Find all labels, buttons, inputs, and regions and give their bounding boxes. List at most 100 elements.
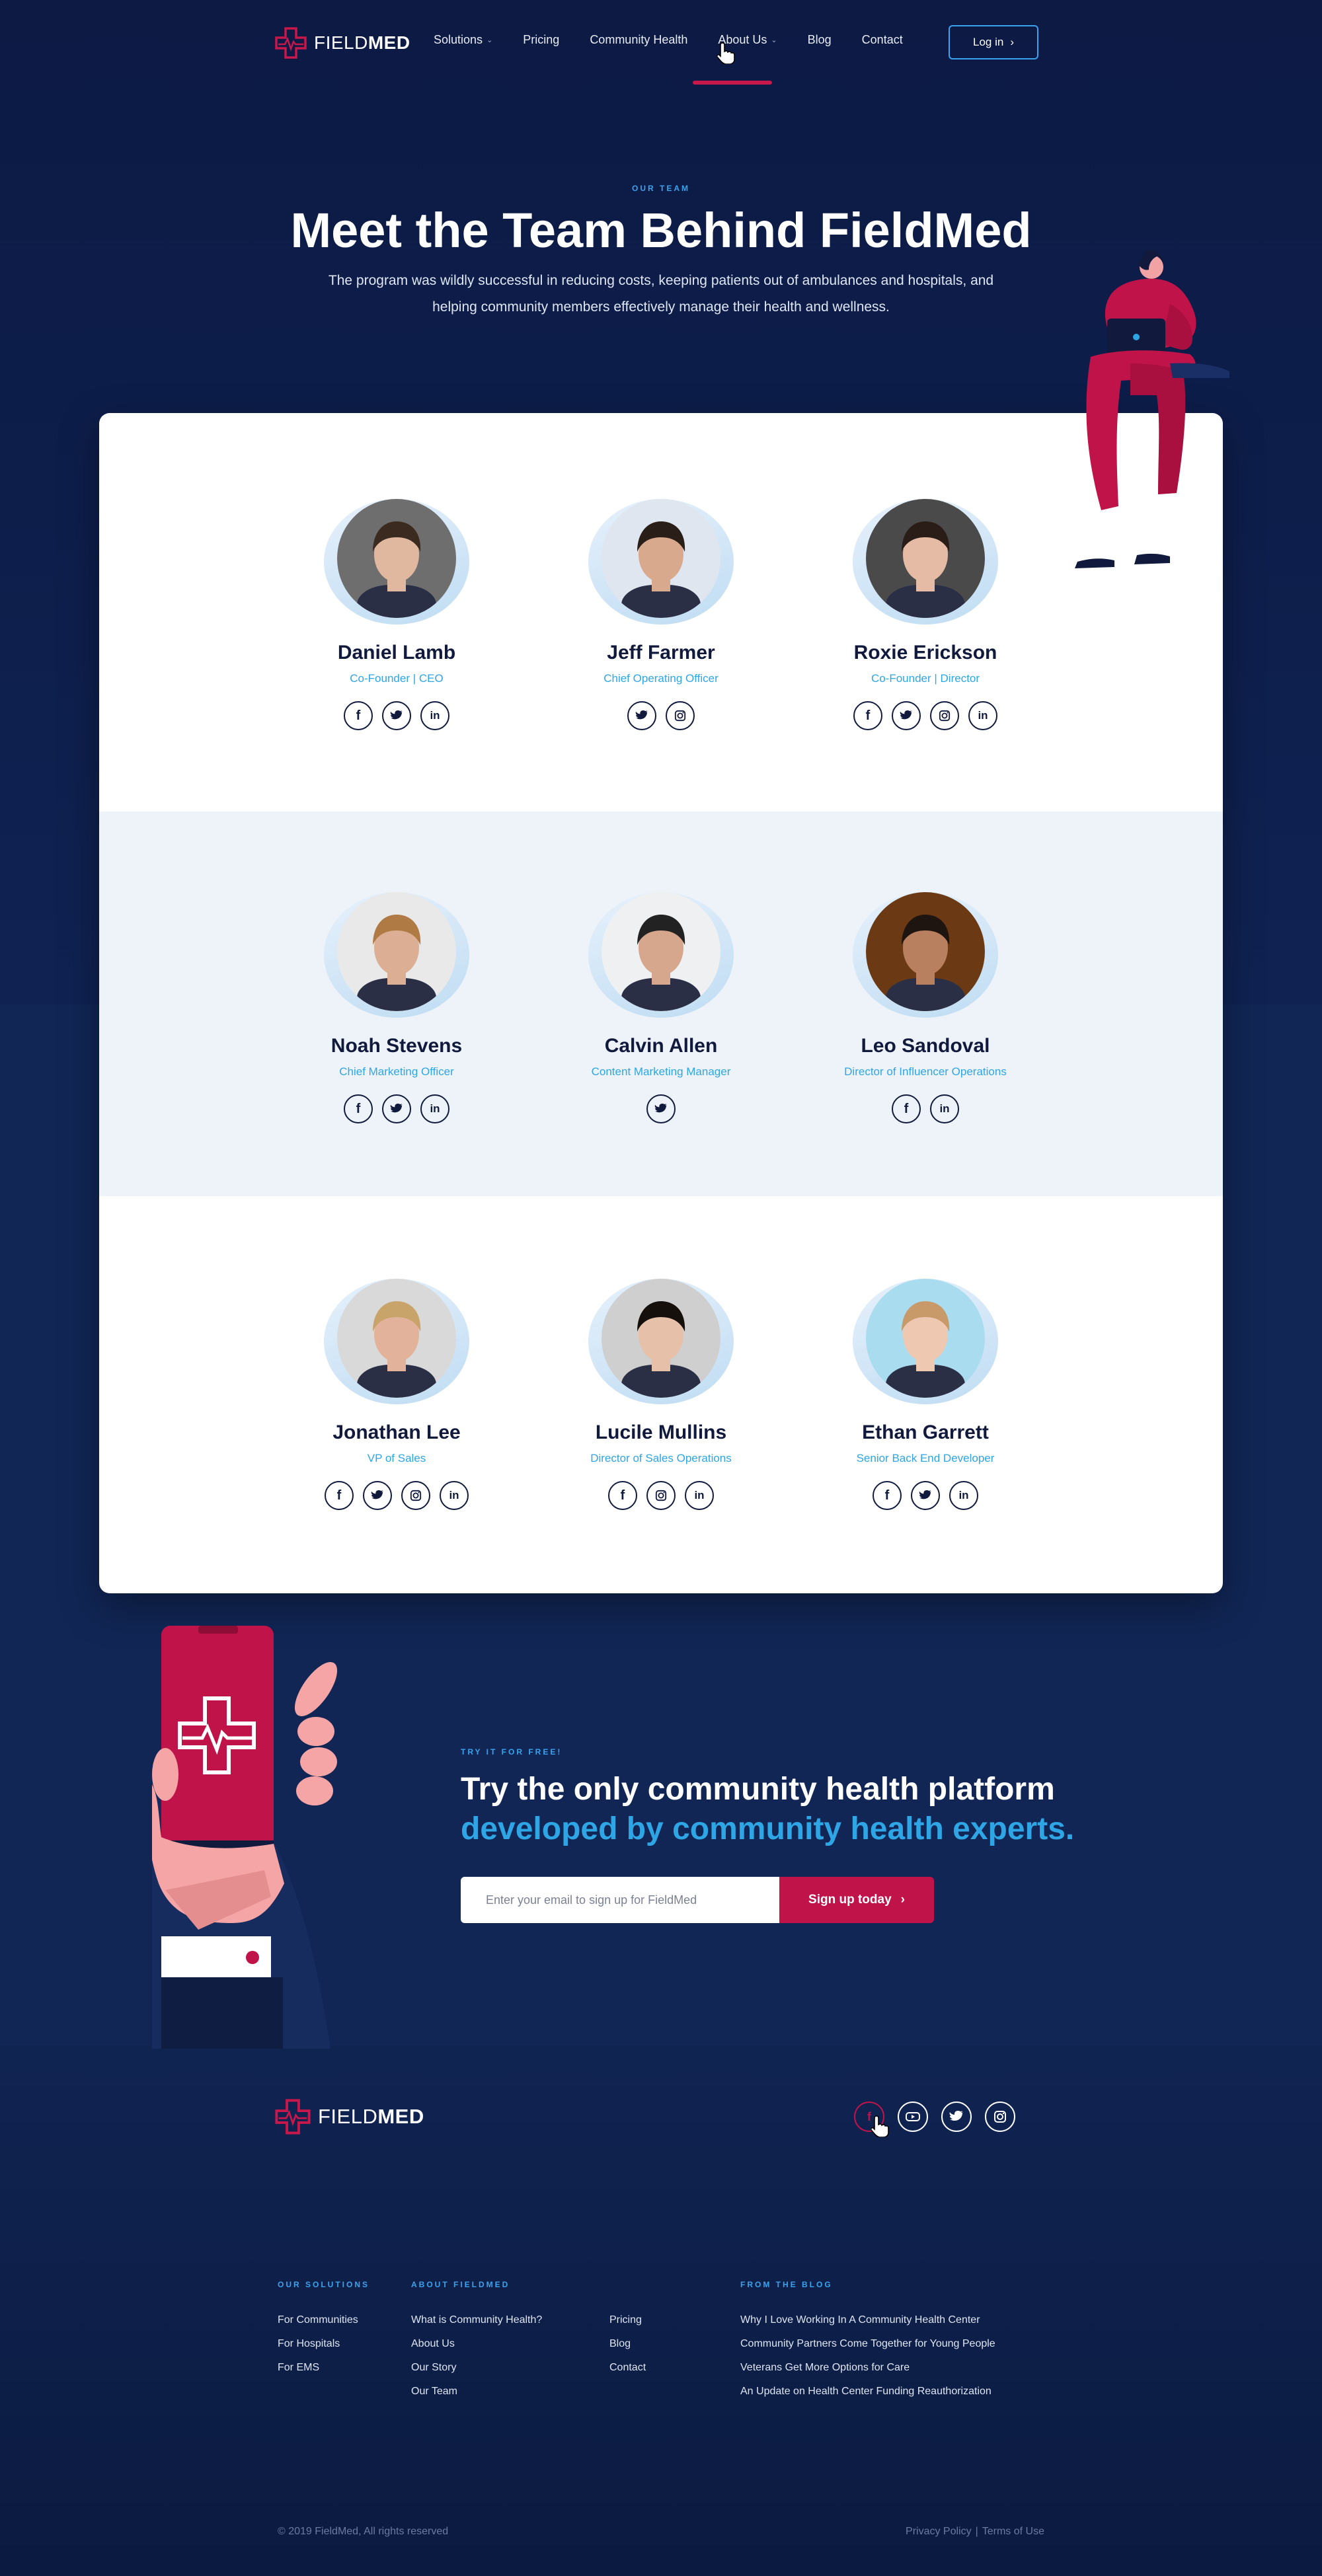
avatar: [588, 499, 734, 625]
twitter-icon[interactable]: [911, 1481, 940, 1510]
footer-link[interactable]: Contact: [609, 2362, 646, 2386]
team-member-role: Chief Marketing Officer: [339, 1065, 454, 1078]
facebook-icon[interactable]: f: [873, 1481, 902, 1510]
nav-item-community-health[interactable]: Community Health: [590, 33, 687, 47]
terms-of-use-link[interactable]: Terms of Use: [982, 2526, 1044, 2538]
hand-holding-phone-illustration: [152, 1626, 338, 2049]
facebook-icon[interactable]: f: [853, 701, 882, 730]
cta-heading: Try the only community health platform: [461, 1772, 1055, 1807]
team-member-role: Content Marketing Manager: [591, 1065, 731, 1078]
twitter-icon[interactable]: [627, 701, 656, 730]
team-member-name: Noah Stevens: [330, 1035, 463, 1057]
team-member-name: Roxie Erickson: [853, 642, 997, 663]
team-eyebrow: OUR TEAM: [632, 184, 690, 193]
footer-link[interactable]: For Hospitals: [278, 2338, 369, 2362]
facebook-icon[interactable]: f: [344, 1094, 373, 1123]
facebook-icon[interactable]: f: [344, 701, 373, 730]
twitter-icon[interactable]: [363, 1481, 392, 1510]
twitter-icon[interactable]: [892, 701, 921, 730]
avatar: [588, 892, 734, 1018]
footer-link[interactable]: Veterans Get More Options for Care: [740, 2362, 995, 2386]
instagram-icon[interactable]: [985, 2102, 1015, 2132]
signup-button[interactable]: Sign up today ›: [779, 1877, 934, 1923]
linkedin-icon[interactable]: in: [420, 701, 449, 730]
team-member-card: Roxie Erickson Co-Founder | Director f in: [806, 499, 1044, 730]
footer-logo[interactable]: FIELDMED: [274, 2098, 424, 2135]
footer-link[interactable]: Why I Love Working In A Community Health…: [740, 2314, 995, 2338]
team-member-socials: f in: [278, 701, 516, 730]
team-member-card: Noah Stevens Chief Marketing Officer f in: [278, 892, 516, 1123]
avatar: [324, 499, 469, 625]
email-signup-input[interactable]: [461, 1877, 779, 1923]
twitter-icon[interactable]: [382, 701, 411, 730]
nav-item-contact[interactable]: Contact: [862, 33, 903, 47]
nav-item-solutions[interactable]: Solutions ⌄: [434, 33, 492, 47]
footer-link[interactable]: Pricing: [609, 2314, 646, 2338]
instagram-icon[interactable]: [666, 701, 695, 730]
team-member-card: Leo Sandoval Director of Influencer Oper…: [806, 892, 1044, 1123]
twitter-icon[interactable]: [646, 1094, 676, 1123]
linkedin-icon[interactable]: in: [949, 1481, 978, 1510]
hand-cursor-icon: [717, 42, 735, 64]
footer-logo-text: FIELDMED: [318, 2105, 424, 2128]
medical-cross-logo-icon: [275, 27, 307, 59]
medical-cross-logo-icon: [275, 2099, 311, 2135]
login-button[interactable]: Log in ›: [949, 25, 1038, 59]
footer-column-misc: Pricing Blog Contact: [609, 2280, 646, 2386]
footer-link[interactable]: An Update on Health Center Funding Reaut…: [740, 2386, 995, 2409]
team-member-card: Jeff Farmer Chief Operating Officer: [542, 499, 780, 730]
team-member-role: Co-Founder | Director: [871, 672, 980, 685]
team-member-card: Calvin Allen Content Marketing Manager: [542, 892, 780, 1123]
instagram-icon[interactable]: [401, 1481, 430, 1510]
instagram-icon[interactable]: [930, 701, 959, 730]
team-member-socials: [542, 1094, 780, 1123]
team-member-name: Ethan Garrett: [862, 1421, 989, 1443]
linkedin-icon[interactable]: in: [930, 1094, 959, 1123]
footer-column-heading: [609, 2280, 646, 2289]
twitter-icon[interactable]: [941, 2102, 972, 2132]
footer-column-heading: FROM THE BLOG: [740, 2280, 833, 2289]
team-member-role: Director of Sales Operations: [590, 1452, 732, 1464]
main-menu: Solutions ⌄ Pricing Community Health Abou…: [434, 33, 933, 47]
facebook-icon[interactable]: f: [325, 1481, 354, 1510]
footer-link[interactable]: Blog: [609, 2338, 646, 2362]
nav-item-pricing[interactable]: Pricing: [523, 33, 559, 47]
footer-link[interactable]: About Us: [411, 2338, 542, 2362]
fieldmed-logo[interactable]: FIELDMED: [274, 26, 410, 59]
team-member-card: Daniel Lamb Co-Founder | CEO f in: [278, 499, 516, 730]
hero-description: The program was wildly successful in red…: [328, 273, 994, 315]
linkedin-icon[interactable]: in: [685, 1481, 714, 1510]
copyright-text: © 2019 FieldMed, All rights reserved: [278, 2526, 449, 2537]
footer-link[interactable]: For Communities: [278, 2314, 369, 2338]
facebook-icon[interactable]: f: [608, 1481, 637, 1510]
nav-item-blog[interactable]: Blog: [808, 33, 832, 47]
team-member-socials: [542, 701, 780, 730]
footer-link[interactable]: Our Team: [411, 2386, 542, 2409]
team-member-role: Director of Influencer Operations: [844, 1065, 1007, 1078]
avatar: [853, 499, 998, 625]
instagram-icon[interactable]: [646, 1481, 676, 1510]
team-member-name: Lucile Mullins: [595, 1421, 727, 1443]
avatar: [324, 892, 469, 1018]
legal-separator: |: [975, 2526, 978, 2537]
twitter-icon[interactable]: [382, 1094, 411, 1123]
footer-column-solutions: OUR SOLUTIONS For Communities For Hospit…: [278, 2280, 369, 2386]
cta-subheading: developed by community health experts.: [461, 1811, 1075, 1846]
hand-cursor-icon: [871, 2115, 889, 2137]
avatar: [853, 892, 998, 1018]
facebook-icon[interactable]: f: [892, 1094, 921, 1123]
linkedin-icon[interactable]: in: [440, 1481, 469, 1510]
team-member-name: Jonathan Lee: [332, 1421, 461, 1443]
footer-link[interactable]: What is Community Health?: [411, 2314, 542, 2338]
privacy-policy-link[interactable]: Privacy Policy: [906, 2526, 972, 2538]
team-member-role: Chief Operating Officer: [603, 672, 719, 685]
youtube-icon[interactable]: [898, 2102, 928, 2132]
linkedin-icon[interactable]: in: [420, 1094, 449, 1123]
footer-column-heading: ABOUT FIELDMED: [411, 2280, 510, 2289]
team-member-name: Daniel Lamb: [337, 642, 456, 663]
footer-link[interactable]: Our Story: [411, 2362, 542, 2386]
team-member-name: Jeff Farmer: [607, 642, 715, 663]
linkedin-icon[interactable]: in: [968, 701, 997, 730]
footer-link[interactable]: Community Partners Come Together for You…: [740, 2338, 995, 2362]
footer-link[interactable]: For EMS: [278, 2362, 369, 2386]
